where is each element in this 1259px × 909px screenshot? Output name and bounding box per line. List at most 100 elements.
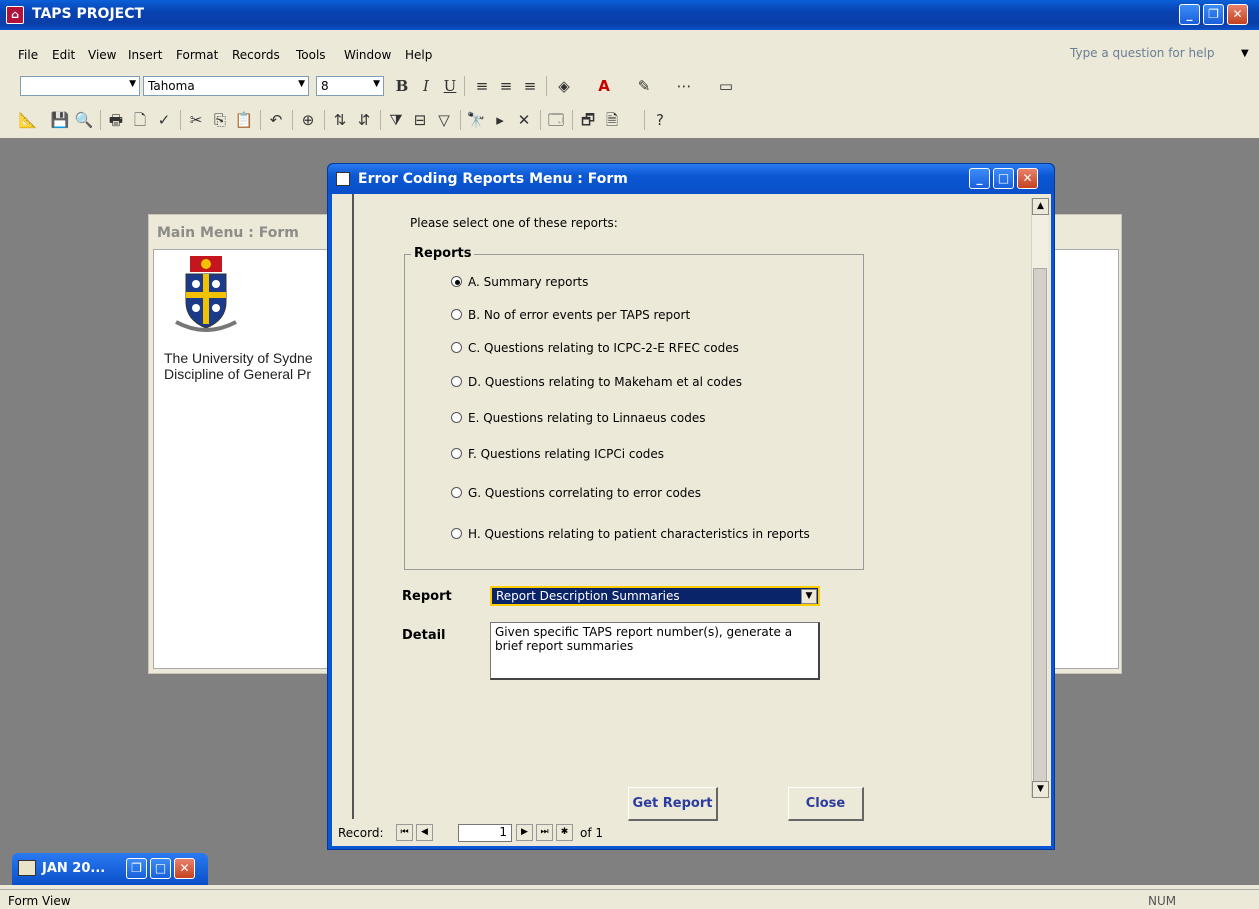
separator [260, 110, 261, 130]
help-icon[interactable]: ? [650, 110, 670, 130]
access-app-icon[interactable]: ⌂ [6, 6, 24, 24]
minimized-window-title: JAN 20... [42, 861, 106, 876]
status-bar: Form View NUM [0, 889, 1259, 909]
reports-option-group: Reports A. Summary reports B. No of erro… [404, 246, 864, 570]
menu-insert[interactable]: Insert [128, 48, 162, 62]
minimized-window[interactable]: JAN 20... ❐ □ ✕ [12, 853, 208, 885]
chevron-down-icon[interactable]: ▼ [801, 589, 817, 604]
record-number-input[interactable]: 1 [458, 824, 512, 842]
new-object-icon[interactable]: 🗎 [602, 110, 622, 130]
radio-icon[interactable] [451, 276, 462, 287]
report-combo[interactable]: Report Description Summaries ▼ [490, 586, 820, 606]
menu-help[interactable]: Help [405, 48, 432, 62]
dialog-minimize-button[interactable]: _ [969, 168, 990, 189]
option-b-error-events[interactable]: B. No of error events per TAPS report [451, 308, 690, 322]
filter-by-selection-icon[interactable]: ⧩ [386, 110, 406, 130]
object-combo[interactable]: ▼ [20, 76, 140, 96]
scroll-up-icon[interactable]: ▲ [1032, 198, 1049, 215]
help-dropdown-icon[interactable]: ▼ [1241, 48, 1249, 59]
status-view-mode: Form View [8, 894, 71, 908]
hyperlink-icon[interactable]: ⊕ [298, 110, 318, 130]
print-icon[interactable]: 🖶 [106, 110, 126, 130]
underline-icon[interactable]: U [440, 76, 460, 96]
mini-close-button[interactable]: ✕ [174, 858, 195, 879]
sort-ascending-icon[interactable]: ⇅ [330, 110, 350, 130]
dialog-title-bar[interactable]: Error Coding Reports Menu : Form _ □ ✕ [328, 164, 1054, 194]
help-question-box[interactable]: Type a question for help [1070, 46, 1240, 64]
option-e-linnaeus[interactable]: E. Questions relating to Linnaeus codes [451, 411, 705, 425]
radio-icon[interactable] [451, 412, 462, 423]
dialog-close-button[interactable]: ✕ [1017, 168, 1038, 189]
font-color-icon[interactable]: A [594, 76, 614, 96]
close-button[interactable]: Close [788, 787, 864, 821]
align-left-icon[interactable]: ≡ [472, 76, 492, 96]
cut-icon[interactable]: ✂ [186, 110, 206, 130]
option-f-icpci[interactable]: F. Questions relating ICPCi codes [451, 447, 664, 461]
radio-icon[interactable] [451, 309, 462, 320]
paste-icon[interactable]: 📋 [234, 110, 254, 130]
filter-by-form-icon[interactable]: ⊟ [410, 110, 430, 130]
scroll-thumb[interactable] [1033, 268, 1047, 788]
undo-icon[interactable]: ↶ [266, 110, 286, 130]
next-record-icon[interactable]: ▶ [516, 824, 533, 841]
option-c-icpc-rfec[interactable]: C. Questions relating to ICPC-2-E RFEC c… [451, 341, 739, 355]
properties-icon[interactable]: 🗔 [546, 110, 566, 130]
menu-edit[interactable]: Edit [52, 48, 75, 62]
last-record-icon[interactable]: ⏭ [536, 824, 553, 841]
option-g-error-codes[interactable]: G. Questions correlating to error codes [451, 486, 701, 500]
align-center-icon[interactable]: ≡ [496, 76, 516, 96]
line-color-icon[interactable]: ✎ [634, 76, 654, 96]
delete-record-icon[interactable]: ✕ [514, 110, 534, 130]
radio-icon[interactable] [451, 487, 462, 498]
first-record-icon[interactable]: ⏮ [396, 824, 413, 841]
error-coding-reports-dialog[interactable]: Error Coding Reports Menu : Form _ □ ✕ ▲… [327, 163, 1055, 850]
radio-icon[interactable] [451, 342, 462, 353]
file-search-icon[interactable]: 🔍 [74, 110, 94, 130]
find-icon[interactable]: 🔭 [466, 110, 486, 130]
menu-file[interactable]: File [18, 48, 38, 62]
scroll-down-icon[interactable]: ▼ [1032, 781, 1049, 798]
print-preview-icon[interactable]: 🗋 [130, 110, 150, 130]
apply-filter-icon[interactable]: ▽ [434, 110, 454, 130]
close-app-button[interactable]: ✕ [1227, 4, 1248, 25]
menu-view[interactable]: View [88, 48, 116, 62]
vertical-scrollbar[interactable]: ▲ ▼ [1031, 198, 1049, 798]
copy-icon[interactable]: ⎘ [210, 110, 230, 130]
new-record-nav-icon[interactable]: ✱ [556, 824, 573, 841]
option-a-summary-reports[interactable]: A. Summary reports [451, 275, 588, 289]
new-record-icon[interactable]: ▸ [490, 110, 510, 130]
mini-maximize-button[interactable]: □ [150, 858, 171, 879]
menu-tools[interactable]: Tools [296, 48, 326, 62]
menu-format[interactable]: Format [176, 48, 218, 62]
mini-restore-button[interactable]: ❐ [126, 858, 147, 879]
save-icon[interactable]: 💾 [50, 110, 70, 130]
detail-textbox[interactable]: Given specific TAPS report number(s), ge… [490, 622, 820, 680]
special-effect-icon[interactable]: ▭ [716, 76, 736, 96]
italic-icon[interactable]: I [416, 76, 436, 96]
line-width-icon[interactable]: ⋯ [674, 76, 694, 96]
radio-icon[interactable] [451, 528, 462, 539]
previous-record-icon[interactable]: ◀ [416, 824, 433, 841]
bold-icon[interactable]: B [392, 76, 412, 96]
dialog-maximize-button[interactable]: □ [993, 168, 1014, 189]
restore-button[interactable]: ❐ [1203, 4, 1224, 25]
get-report-button[interactable]: Get Report [628, 787, 718, 821]
minimize-button[interactable]: _ [1179, 4, 1200, 25]
align-right-icon[interactable]: ≡ [520, 76, 540, 96]
radio-icon[interactable] [451, 376, 462, 387]
database-window-icon[interactable]: 🗗 [578, 110, 598, 130]
spelling-icon[interactable]: ✓ [154, 110, 174, 130]
radio-icon[interactable] [451, 448, 462, 459]
font-size-combo[interactable]: 8 ▼ [316, 76, 384, 96]
separator [324, 110, 325, 130]
font-combo[interactable]: Tahoma ▼ [143, 76, 309, 96]
option-d-makeham[interactable]: D. Questions relating to Makeham et al c… [451, 375, 742, 389]
fill-color-icon[interactable]: ◈ [554, 76, 574, 96]
view-icon[interactable]: 📐 [18, 110, 38, 130]
status-num-lock: NUM [1148, 894, 1177, 908]
option-h-patient-characteristics[interactable]: H. Questions relating to patient charact… [451, 527, 810, 541]
sort-descending-icon[interactable]: ⇵ [354, 110, 374, 130]
record-selector[interactable] [332, 194, 354, 819]
menu-window[interactable]: Window [344, 48, 391, 62]
menu-records[interactable]: Records [232, 48, 280, 62]
